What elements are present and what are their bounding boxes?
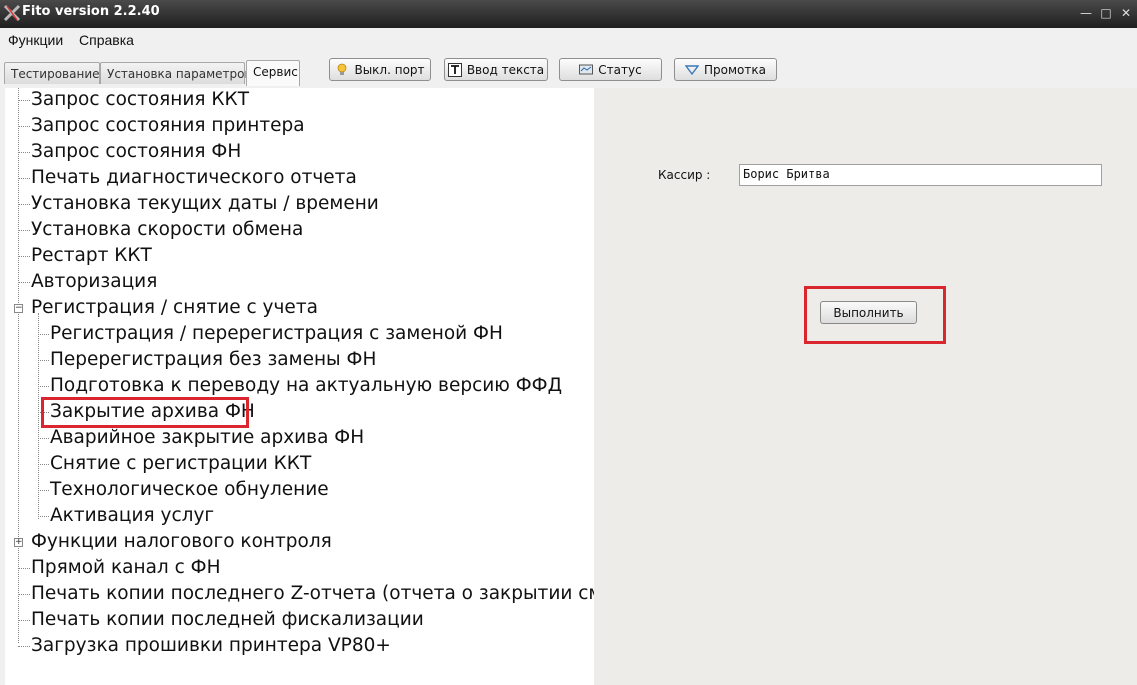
monitor-icon (579, 64, 594, 74)
tab-testing[interactable]: Тестирование (4, 62, 100, 84)
tree-connector (18, 204, 30, 205)
maximize-icon[interactable]: □ (1098, 6, 1114, 20)
close-icon[interactable]: ✕ (1118, 6, 1134, 20)
tree-connector (38, 334, 49, 335)
tree-item-set-datetime[interactable]: Установка текущих даты / времени (31, 192, 379, 216)
tree-item-diagnostic-report[interactable]: Печать диагностического отчета (31, 166, 357, 190)
lightbulb-icon (338, 63, 347, 75)
execute-button-highlight (804, 286, 946, 344)
tree-item-service-activation[interactable]: Активация услуг (50, 504, 214, 528)
tree-item-registration[interactable]: Регистрация / снятие с учета (31, 296, 318, 320)
text-input-label: Ввод текста (466, 62, 545, 77)
minimize-icon[interactable]: — (1078, 6, 1094, 20)
tree-connector (38, 490, 49, 491)
tree-item-ffd-upgrade[interactable]: Подготовка к переводу на актуальную верс… (50, 374, 562, 398)
collapse-icon[interactable]: − (14, 304, 23, 313)
tree-connector (38, 464, 49, 465)
tree-guide-line (18, 88, 19, 643)
text-input-button[interactable]: Ввод текста (444, 58, 548, 81)
tree-connector (18, 282, 30, 283)
tree-item-emergency-close-archive[interactable]: Аварийное закрытие архива ФН (50, 426, 364, 450)
tree-connector (18, 568, 30, 569)
tree-item-firmware-upload[interactable]: Загрузка прошивки принтера VP80+ (31, 634, 391, 658)
status-button[interactable]: Статус (559, 58, 662, 81)
tree-connector (38, 516, 49, 517)
tree-item-tech-reset[interactable]: Технологическое обнуление (50, 478, 329, 502)
tree-connector (38, 360, 49, 361)
chevron-down-icon (685, 64, 700, 75)
status-label: Статус (598, 62, 642, 77)
kassir-label: Кассир : (658, 168, 711, 182)
tree-connector (18, 100, 30, 101)
kassir-field[interactable]: Борис Бритва (739, 164, 1102, 186)
feed-button[interactable]: Промотка (674, 58, 777, 81)
tree-connector (38, 386, 49, 387)
tree-item-kkt-status[interactable]: Запрос состояния ККТ (31, 88, 249, 112)
tree-item-direct-channel[interactable]: Прямой канал с ФН (31, 556, 221, 580)
feed-label: Промотка (704, 62, 766, 77)
tree-connector (18, 230, 30, 231)
tree-item-tax-control[interactable]: Функции налогового контроля (31, 530, 332, 554)
menu-functions[interactable]: Функции (8, 32, 63, 48)
app-logo-icon (3, 4, 21, 22)
tree-connector (18, 152, 30, 153)
tree-connector (18, 646, 30, 647)
tab-parameters[interactable]: Установка параметров (100, 62, 252, 84)
title-bar: Fito version 2.2.40 — □ ✕ (0, 0, 1137, 28)
window-title: Fito version 2.2.40 (22, 4, 160, 19)
tree-item-authorization[interactable]: Авторизация (31, 270, 157, 294)
tree-item-deregistration[interactable]: Снятие с регистрации ККТ (50, 452, 311, 476)
tree-item-printer-status[interactable]: Запрос состояния принтера (31, 114, 305, 138)
tree-item-baud-rate[interactable]: Установка скорости обмена (31, 218, 303, 242)
tree-item-z-report-copy[interactable]: Печать копии последнего Z-отчета (отчета… (31, 582, 594, 606)
tree-item-reregistration-with-fn[interactable]: Регистрация / перерегистрация с заменой … (50, 322, 503, 346)
menu-help[interactable]: Справка (79, 32, 134, 48)
tree-connector (18, 256, 30, 257)
expand-icon[interactable]: + (14, 538, 23, 547)
tree-item-fiscalization-copy[interactable]: Печать копии последней фискализации (31, 608, 424, 632)
menu-bar: Функции Справка (0, 28, 1137, 52)
port-off-button[interactable]: Выкл. порт (329, 58, 431, 81)
port-off-label: Выкл. порт (354, 62, 425, 77)
service-tree: − + Запрос состояния ККТ Запрос состояни… (5, 88, 594, 685)
tree-connector (18, 126, 30, 127)
tree-item-reregistration-without-fn[interactable]: Перерегистрация без замены ФН (50, 348, 376, 372)
tree-connector (18, 594, 30, 595)
tree-connector (38, 438, 49, 439)
tree-connector (18, 178, 30, 179)
tree-connector (18, 620, 30, 621)
selected-item-highlight (41, 397, 249, 428)
tree-item-fn-status[interactable]: Запрос состояния ФН (31, 140, 241, 164)
tab-service[interactable]: Сервис (246, 60, 300, 86)
tree-item-restart-kkt[interactable]: Рестарт ККТ (31, 244, 152, 268)
text-t-icon (447, 62, 462, 77)
tree-child-guide-line (38, 313, 39, 519)
